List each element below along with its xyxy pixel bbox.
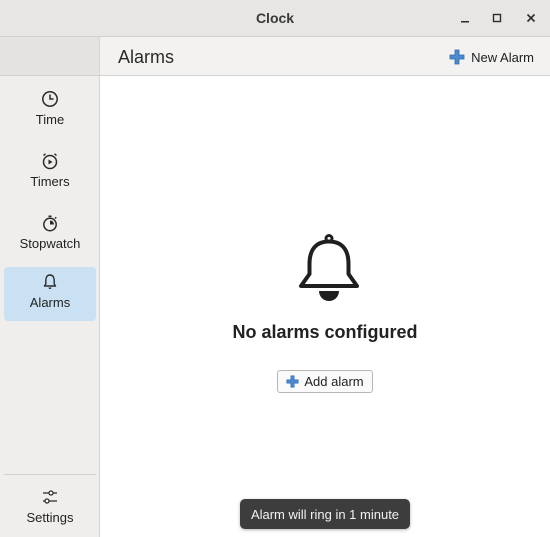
timer-icon — [42, 153, 58, 170]
maximize-button[interactable] — [487, 8, 507, 28]
add-alarm-label: Add alarm — [304, 374, 364, 389]
toast-notification: Alarm will ring in 1 minute — [240, 499, 410, 529]
sidebar-item-label: Settings — [26, 510, 74, 525]
empty-state-message: No alarms configured — [232, 322, 418, 342]
plus-icon — [449, 49, 465, 65]
sidebar-header — [0, 37, 99, 76]
sidebar-divider — [4, 474, 96, 475]
page-header: Alarms New Alarm — [100, 37, 550, 76]
minimize-icon — [461, 21, 469, 23]
window-titlebar: Clock — [0, 0, 550, 37]
sidebar-item-timers[interactable]: Timers — [4, 146, 96, 200]
close-button[interactable] — [521, 8, 541, 28]
sliders-icon — [43, 490, 57, 504]
close-icon — [526, 13, 536, 23]
new-alarm-button[interactable]: New Alarm — [449, 46, 534, 68]
sidebar-item-time[interactable]: Time — [4, 84, 96, 138]
bell-icon — [43, 274, 57, 289]
add-alarm-button[interactable]: Add alarm — [277, 370, 373, 393]
sidebar-item-settings[interactable]: Settings — [4, 482, 96, 536]
new-alarm-label: New Alarm — [471, 49, 534, 65]
sidebar: Time Timers Stopwatch Alarms Settings — [0, 37, 100, 537]
sidebar-item-label: Stopwatch — [19, 236, 81, 251]
clock-icon — [42, 91, 58, 107]
stopwatch-icon — [43, 215, 57, 232]
sidebar-item-stopwatch[interactable]: Stopwatch — [4, 208, 96, 262]
maximize-icon — [492, 13, 502, 23]
sidebar-item-label: Time — [35, 112, 65, 127]
minimize-button[interactable] — [455, 8, 475, 28]
alarms-panel: No alarms configured Add alarm — [100, 76, 550, 537]
plus-icon — [286, 375, 299, 388]
sidebar-item-alarms[interactable]: Alarms — [4, 267, 96, 321]
page-title: Alarms — [118, 47, 175, 67]
sidebar-item-label: Timers — [30, 174, 70, 189]
bell-icon — [299, 234, 359, 301]
sidebar-item-label: Alarms — [29, 295, 71, 310]
